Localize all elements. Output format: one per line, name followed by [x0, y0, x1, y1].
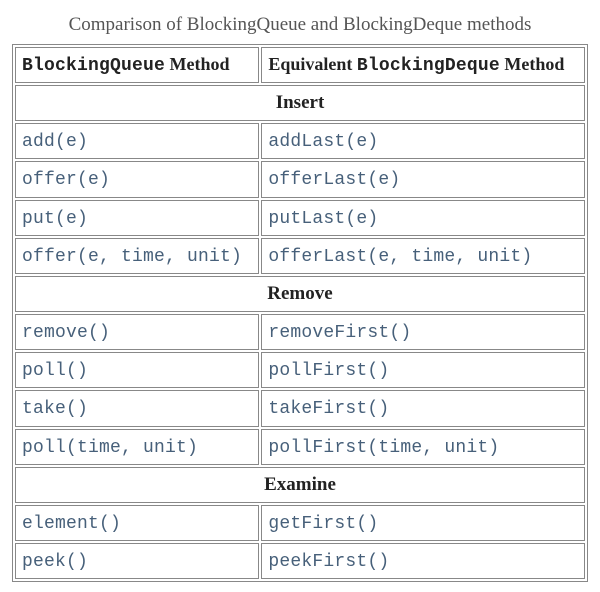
- table-row: offer(e) offerLast(e): [15, 161, 585, 197]
- section-header-examine: Examine: [15, 467, 585, 503]
- method-code: putLast(e): [268, 209, 378, 229]
- deque-method-cell: peekFirst(): [261, 543, 585, 579]
- method-code: offerLast(e): [268, 170, 400, 190]
- method-code: poll(): [22, 361, 88, 381]
- table-row: offer(e, time, unit) offerLast(e, time, …: [15, 238, 585, 274]
- method-code: remove(): [22, 323, 110, 343]
- method-code: getFirst(): [268, 514, 378, 534]
- deque-method-cell: offerLast(e): [261, 161, 585, 197]
- deque-method-cell: removeFirst(): [261, 314, 585, 350]
- queue-method-cell: poll(): [15, 352, 259, 388]
- queue-method-cell: peek(): [15, 543, 259, 579]
- queue-method-cell: offer(e, time, unit): [15, 238, 259, 274]
- queue-method-cell: poll(time, unit): [15, 429, 259, 465]
- method-code: add(e): [22, 132, 88, 152]
- table-row: take() takeFirst(): [15, 390, 585, 426]
- method-code: offer(e, time, unit): [22, 247, 242, 267]
- table-row: poll(time, unit) pollFirst(time, unit): [15, 429, 585, 465]
- table-row: put(e) putLast(e): [15, 200, 585, 236]
- method-code: addLast(e): [268, 132, 378, 152]
- deque-method-cell: takeFirst(): [261, 390, 585, 426]
- method-code: offerLast(e, time, unit): [268, 247, 532, 267]
- method-code: peek(): [22, 552, 88, 572]
- table-row: poll() pollFirst(): [15, 352, 585, 388]
- section-label: Insert: [15, 85, 585, 121]
- header-text: Method: [165, 54, 230, 74]
- header-text: Method: [500, 54, 565, 74]
- deque-method-cell: pollFirst(): [261, 352, 585, 388]
- col-header-deque: Equivalent BlockingDeque Method: [261, 47, 585, 83]
- method-code: pollFirst(): [268, 361, 389, 381]
- table-caption: Comparison of BlockingQueue and Blocking…: [12, 14, 588, 36]
- method-code: take(): [22, 399, 88, 419]
- deque-method-cell: putLast(e): [261, 200, 585, 236]
- deque-method-cell: addLast(e): [261, 123, 585, 159]
- method-code: put(e): [22, 209, 88, 229]
- queue-method-cell: add(e): [15, 123, 259, 159]
- method-code: offer(e): [22, 170, 110, 190]
- header-text: Equivalent: [268, 54, 357, 74]
- method-code: takeFirst(): [268, 399, 389, 419]
- deque-method-cell: pollFirst(time, unit): [261, 429, 585, 465]
- table-header-row: BlockingQueue Method Equivalent Blocking…: [15, 47, 585, 83]
- queue-method-cell: remove(): [15, 314, 259, 350]
- method-code: pollFirst(time, unit): [268, 438, 499, 458]
- header-code: BlockingDeque: [357, 56, 500, 76]
- method-code: peekFirst(): [268, 552, 389, 572]
- comparison-table: BlockingQueue Method Equivalent Blocking…: [12, 44, 588, 582]
- table-row: peek() peekFirst(): [15, 543, 585, 579]
- queue-method-cell: element(): [15, 505, 259, 541]
- section-header-remove: Remove: [15, 276, 585, 312]
- method-code: element(): [22, 514, 121, 534]
- queue-method-cell: put(e): [15, 200, 259, 236]
- col-header-queue: BlockingQueue Method: [15, 47, 259, 83]
- section-header-insert: Insert: [15, 85, 585, 121]
- deque-method-cell: getFirst(): [261, 505, 585, 541]
- method-code: poll(time, unit): [22, 438, 198, 458]
- section-label: Examine: [15, 467, 585, 503]
- table-row: element() getFirst(): [15, 505, 585, 541]
- section-label: Remove: [15, 276, 585, 312]
- table-row: remove() removeFirst(): [15, 314, 585, 350]
- deque-method-cell: offerLast(e, time, unit): [261, 238, 585, 274]
- method-code: removeFirst(): [268, 323, 411, 343]
- queue-method-cell: offer(e): [15, 161, 259, 197]
- table-row: add(e) addLast(e): [15, 123, 585, 159]
- header-code: BlockingQueue: [22, 56, 165, 76]
- queue-method-cell: take(): [15, 390, 259, 426]
